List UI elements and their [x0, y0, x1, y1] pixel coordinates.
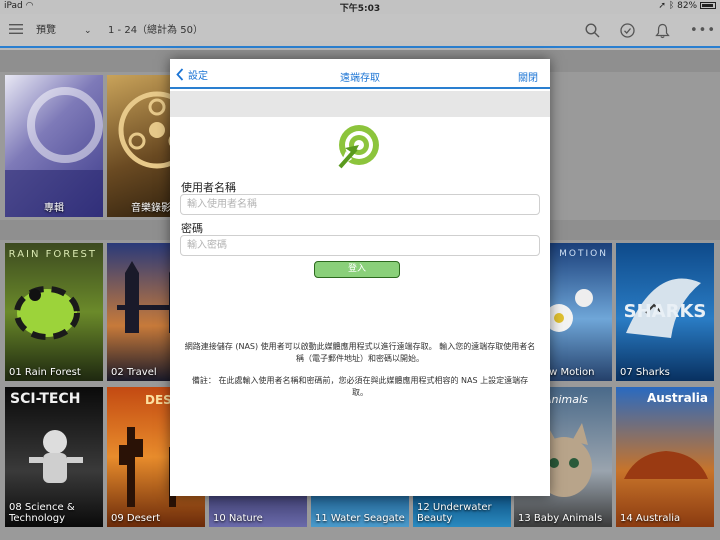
status-time: 下午5:03 [339, 4, 381, 14]
remote-access-logo-icon [334, 123, 382, 175]
poster-title: SHARKS [623, 301, 707, 322]
frog-art [14, 286, 80, 340]
notification-bell-icon[interactable] [655, 14, 670, 48]
remote-access-description: 網路連接儲存 (NAS) 使用者可以啟動此媒體應用程式以進行遠端存取。 輸入您的… [184, 342, 536, 363]
tile-caption: 10 Nature [213, 513, 263, 524]
video-tile[interactable]: SHARKS 07 Sharks [616, 243, 714, 381]
select-check-icon[interactable] [620, 14, 635, 48]
tile-caption: 13 Baby Animals [518, 513, 603, 524]
tile-caption: 14 Australia [620, 513, 681, 524]
location-icon: ➚ [658, 1, 666, 11]
tile-caption: 11 Water Seagate [315, 513, 405, 524]
tile-caption: 08 Science & Technology [9, 502, 75, 524]
status-bar: iPad ◠ 下午5:03 ➚ ᛒ 82% [0, 0, 720, 14]
battery-percent: 82% [677, 1, 698, 11]
back-button[interactable]: 設定 [176, 67, 208, 82]
menu-icon[interactable] [9, 14, 23, 48]
tile-caption: 07 Sharks [620, 367, 670, 378]
app-toolbar: 預覽 ⌄ 1 - 24（總計為 50） ••• [0, 14, 720, 48]
tile-caption: 12 Underwater Beauty [417, 502, 492, 524]
uluru-art [624, 451, 708, 479]
app-screen: iPad ◠ 下午5:03 ➚ ᛒ 82% 預覽 ⌄ 1 - 24（總計為 50… [0, 0, 720, 540]
tile-caption: 09 Desert [111, 513, 161, 524]
username-field[interactable] [180, 194, 540, 215]
view-selector[interactable]: 預覽 [36, 14, 56, 48]
dialog-header-band [170, 91, 550, 117]
tile-caption: 專輯 [44, 203, 64, 214]
username-label: 使用者名稱 [181, 181, 236, 194]
search-icon[interactable] [585, 14, 600, 48]
back-label: 設定 [188, 71, 208, 82]
video-tile[interactable]: RAIN FOREST 01 Rain Forest [5, 243, 103, 381]
dialog-navbar: 設定 遠端存取 關閉 [170, 59, 550, 89]
bluetooth-icon: ᛒ [668, 1, 675, 11]
password-label: 密碼 [181, 222, 203, 235]
album-art [5, 87, 103, 217]
video-tile[interactable]: Australia 14 Australia [616, 387, 714, 527]
tile-caption: 01 Rain Forest [9, 367, 81, 378]
dialog-title: 遠端存取 [340, 73, 380, 84]
chevron-down-icon[interactable]: ⌄ [84, 14, 92, 48]
more-icon[interactable]: ••• [690, 14, 716, 48]
login-button[interactable]: 登入 [314, 261, 400, 278]
chevron-left-icon [176, 68, 184, 81]
remote-access-note: 備註： 在此處輸入使用者名稱和密碼前，您必須在與此媒體應用程式相容的 NAS 上… [191, 376, 529, 397]
remote-access-dialog: 設定 遠端存取 關閉 使用者名稱 密碼 登入 網路連接儲存 (NAS) 使用者可… [170, 59, 550, 496]
album-tile[interactable]: 專輯 [5, 75, 103, 217]
battery-icon [700, 2, 716, 9]
close-button[interactable]: 關閉 [518, 69, 538, 84]
video-tile[interactable]: SCI-TECH 08 Science & Technology [5, 387, 103, 527]
item-range-label: 1 - 24（總計為 50） [108, 25, 203, 36]
password-field[interactable] [180, 235, 540, 256]
